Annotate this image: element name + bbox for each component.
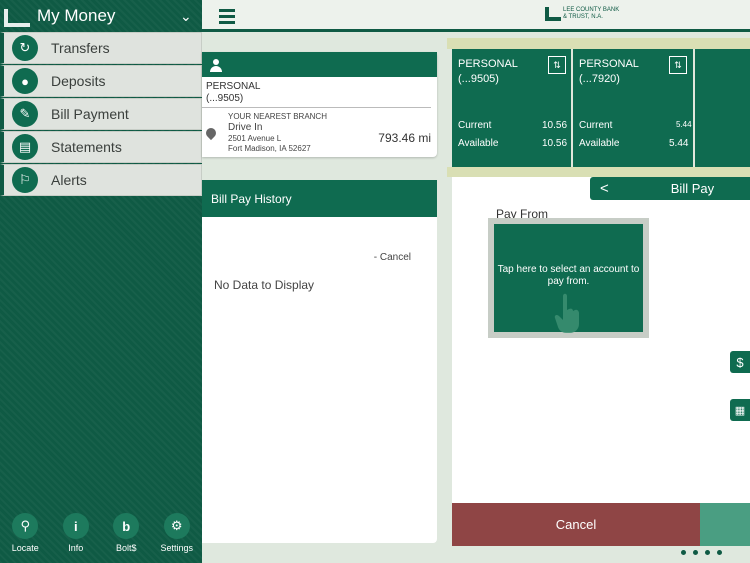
footer-label: Settings [160,543,194,553]
location-pin-icon [203,125,219,141]
page-indicator[interactable] [681,550,729,555]
sidebar-title: My Money [37,6,116,25]
account-number: (...9505) [458,73,499,85]
calendar-icon[interactable]: ▦ [730,399,750,421]
menu-icon[interactable] [219,9,235,27]
sidebar-item-label: Alerts [51,172,87,188]
current-label: Current [458,120,492,131]
book-icon: ▤ [12,134,38,160]
branch-name: Drive In [228,122,263,133]
account-type: PERSONAL [579,58,639,70]
adjust-icon[interactable]: ⇅ [548,56,566,74]
sidebar-item-statements[interactable]: ▤ Statements [0,131,202,163]
tap-hand-icon [554,293,579,333]
adjust-icon[interactable]: ⇅ [669,56,687,74]
footer-info-button[interactable]: i Info [51,513,102,563]
footer-settings-button[interactable]: ⚙ Settings [152,513,203,563]
sidebar: My Money ⌄ ↻ Transfers ● Deposits ✎ Bill… [0,0,202,563]
bill-pay-history-panel: Bill Pay History - Cancel No Data to Dis… [202,180,437,543]
brand-logo: LEE COUNTY BANK & TRUST, N.A. [545,7,623,21]
tiles-top-strip [447,38,750,49]
top-bar: LEE COUNTY BANK & TRUST, N.A. [202,0,750,32]
account-number: (...7920) [579,73,620,85]
branch-heading: YOUR NEAREST BRANCH [228,112,327,121]
dollar-icon[interactable]: $ [730,351,750,373]
search-icon: ⚲ [12,513,39,539]
secondary-action-button[interactable] [700,503,750,546]
bill-pay-header: < Bill Pay [590,177,750,200]
pay-from-hint: Tap here to select an account to pay fro… [497,264,640,287]
tiles-bottom-strip [447,167,750,177]
branch-account: PERSONAL (...9505) [202,77,431,108]
pay-from-selector[interactable]: Tap here to select an account to pay fro… [488,218,649,338]
footer-locate-button[interactable]: ⚲ Locate [0,513,51,563]
branch-account-number: (...9505) [206,93,244,104]
sidebar-item-label: Bill Payment [51,106,129,122]
person-icon [210,58,222,72]
current-balance: 5.44 [676,120,692,129]
bank-logo-icon [4,7,30,27]
bill-icon: ✎ [12,101,38,127]
account-tiles: PERSONAL (...9505) ⇅ Current 10.56 Avail… [452,49,750,167]
brand-name: LEE COUNTY BANK [563,7,620,13]
footer-label: Locate [11,543,39,553]
footer-label: Bolt$ [115,543,137,553]
current-balance: 10.56 [542,120,568,131]
branch-address-line2: Fort Madison, IA 52627 [228,144,311,153]
transfer-icon: ↻ [12,35,38,61]
branch-account-type: PERSONAL [206,81,261,92]
branch-address-line1: 2501 Avenue L [228,134,282,143]
sidebar-item-deposits[interactable]: ● Deposits [0,65,202,97]
footer-label: Info [68,543,84,553]
chevron-down-icon[interactable]: ⌄ [180,8,202,25]
back-button[interactable]: < [600,180,609,197]
info-icon: i [62,513,89,539]
brand-suffix: & TRUST, N.A. [563,14,603,20]
cancel-label: Cancel [555,517,597,532]
sidebar-item-transfers[interactable]: ↻ Transfers [0,32,202,64]
bolt-icon: b [113,513,140,539]
history-empty-message: No Data to Display [214,278,315,292]
sidebar-item-label: Deposits [51,73,106,89]
history-header: Bill Pay History [202,180,437,217]
sidebar-item-bill-payment[interactable]: ✎ Bill Payment [0,98,202,130]
sidebar-item-label: Transfers [51,40,110,56]
branch-distance: 793.46 mi [378,131,431,145]
sidebar-item-alerts[interactable]: ⚐ Alerts [0,164,202,196]
bell-icon: ⚐ [12,167,38,193]
branch-card-header [202,52,437,77]
footer-bolt-button[interactable]: b Bolt$ [101,513,152,563]
gear-icon: ⚙ [163,513,190,539]
account-type: PERSONAL [458,58,518,70]
available-balance: 5.44 [669,138,689,149]
current-label: Current [579,120,613,131]
available-balance: 10.56 [542,138,568,149]
bill-pay-title: Bill Pay [670,181,715,196]
bill-pay-panel: < Bill Pay Pay From Tap here to select a… [452,177,750,503]
account-tile[interactable]: PERSONAL (...7920) ⇅ Current 5.44 Availa… [573,49,695,167]
cancel-button[interactable]: Cancel [452,503,700,546]
history-cancel-link[interactable]: - Cancel [374,252,411,263]
history-title: Bill Pay History [211,191,292,206]
piggy-bank-icon: ● [12,68,38,94]
bank-logo-icon [545,7,561,21]
nearest-branch-card[interactable]: PERSONAL (...9505) YOUR NEAREST BRANCH D… [202,52,437,157]
available-label: Available [458,138,499,149]
sidebar-header[interactable]: My Money ⌄ [0,0,202,32]
account-tile[interactable]: PERSONAL (...9505) ⇅ Current 10.56 Avail… [452,49,573,167]
available-label: Available [579,138,620,149]
sidebar-footer: ⚲ Locate i Info b Bolt$ ⚙ Settings [0,513,202,563]
sidebar-item-label: Statements [51,139,122,155]
